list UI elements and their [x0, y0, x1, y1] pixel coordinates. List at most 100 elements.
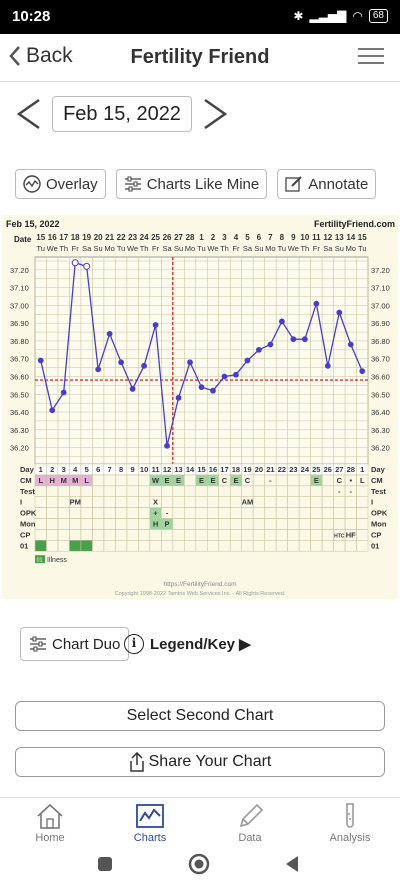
data-cell-text: 3 — [62, 465, 66, 474]
data-cell — [184, 507, 197, 519]
weekday-label: Th — [140, 244, 149, 253]
y-tick-label-right: 36.70 — [371, 355, 390, 364]
row-label-left: Mon — [20, 520, 36, 529]
next-date-icon[interactable] — [202, 94, 230, 134]
weekday-label: Su — [254, 244, 263, 253]
data-cell — [115, 518, 128, 530]
weekday-label: Fr — [313, 244, 321, 253]
bbt-chart: Feb 15, 2022 FertilityFriend.comDate 15Tu1… — [2, 215, 398, 599]
select-second-chart-button[interactable]: Select Second Chart — [15, 701, 385, 731]
charts-like-mine-button[interactable]: Charts Like Mine — [115, 169, 268, 199]
data-cell — [115, 496, 128, 508]
data-cell-text: 11 — [152, 465, 160, 474]
weekday-label: Th — [220, 244, 229, 253]
test-tube-icon — [346, 803, 354, 828]
back-label: Back — [26, 44, 73, 67]
data-cell-text: L — [84, 476, 89, 485]
weekday-label: Sa — [162, 244, 172, 253]
overlay-button[interactable]: Overlay — [15, 169, 106, 199]
data-cell-text: 1 — [360, 465, 364, 474]
menu-icon[interactable] — [358, 48, 384, 66]
data-cell-text: 25 — [312, 465, 320, 474]
data-cell — [92, 507, 105, 519]
data-cell — [172, 540, 185, 552]
annotate-button[interactable]: Annotate — [277, 169, 377, 199]
data-cell — [321, 529, 334, 541]
tab-data[interactable]: Data — [200, 798, 300, 847]
y-tick-label-left: 36.40 — [10, 408, 29, 417]
data-cell — [126, 529, 139, 541]
share-chart-button[interactable]: Share Your Chart — [15, 747, 385, 777]
data-cell-text: 18 — [232, 465, 240, 474]
date-field[interactable]: Feb 15, 2022 — [52, 96, 192, 132]
date-row-label: Date — [14, 235, 32, 244]
row-label-right: I — [371, 498, 373, 507]
data-cell — [241, 529, 254, 541]
chart-duo-button[interactable]: Chart Duo — [20, 627, 130, 661]
data-cell — [310, 496, 323, 508]
app-bar: Back Fertility Friend — [0, 34, 400, 82]
data-cell — [46, 496, 59, 508]
tab-charts[interactable]: Charts — [100, 798, 200, 847]
legend-key-link[interactable]: i Legend/Key ▶ — [124, 634, 251, 654]
data-cell — [287, 540, 300, 552]
data-cell — [344, 496, 357, 508]
data-cell — [218, 485, 231, 497]
weekday-label: Mo — [346, 244, 356, 253]
chart-icon — [136, 804, 164, 828]
back-triangle-icon[interactable] — [284, 855, 300, 873]
data-cell — [333, 540, 346, 552]
sliders-icon — [124, 176, 141, 192]
weekday-label: Th — [59, 244, 68, 253]
temperature-point — [233, 371, 239, 378]
chart-footer-url: https://FertilityFriend.com — [164, 581, 237, 588]
y-tick-label-left: 36.60 — [10, 372, 29, 381]
data-cell — [80, 529, 93, 541]
data-cell — [206, 485, 219, 497]
data-cell-text: 8 — [119, 465, 123, 474]
data-cell — [126, 518, 139, 530]
date-tick-label: 22 — [117, 233, 126, 242]
date-tick-label: 14 — [346, 233, 355, 242]
bluetooth-icon: ✱ — [293, 9, 304, 23]
back-button[interactable]: Back — [8, 44, 73, 68]
date-tick-label: 11 — [312, 233, 321, 242]
data-cell — [115, 507, 128, 519]
y-tick-label-right: 36.40 — [371, 408, 390, 417]
data-cell-text: • — [349, 476, 352, 485]
data-cell — [184, 496, 197, 508]
data-cell — [138, 518, 151, 530]
weekday-label: Fr — [152, 244, 160, 253]
weekday-label: Sa — [82, 244, 92, 253]
data-cell — [310, 518, 323, 530]
tab-analysis[interactable]: Analysis — [300, 798, 400, 847]
data-cell — [218, 540, 231, 552]
row-label-left: Day — [20, 465, 35, 474]
illness-legend-code: 01 — [37, 558, 43, 564]
data-cell — [287, 518, 300, 530]
data-cell — [103, 529, 116, 541]
row-label-right: CM — [371, 476, 383, 485]
data-cell — [356, 485, 369, 497]
weekday-label: Tu — [358, 244, 366, 253]
data-cell — [333, 518, 346, 530]
data-cell — [115, 474, 128, 487]
data-cell — [298, 540, 311, 552]
data-cell — [126, 507, 139, 519]
data-cell-text: 21 — [266, 465, 274, 474]
weekday-label: Tu — [197, 244, 205, 253]
chart-copyright: Copyright 1998-2022 Tamtris Web Services… — [115, 591, 286, 597]
data-cell — [287, 496, 300, 508]
home-circle-icon[interactable] — [188, 853, 210, 875]
tab-home[interactable]: Home — [0, 798, 100, 847]
data-cell — [229, 496, 242, 508]
data-cell — [287, 507, 300, 519]
data-cell — [321, 485, 334, 497]
home-icon — [37, 803, 63, 829]
weekday-label: Th — [300, 244, 309, 253]
date-tick-label: 18 — [71, 233, 80, 242]
previous-date-icon[interactable] — [14, 94, 42, 134]
weekday-label: Tu — [117, 244, 125, 253]
data-cell-text: 12 — [163, 465, 171, 474]
recents-icon[interactable] — [97, 856, 113, 872]
